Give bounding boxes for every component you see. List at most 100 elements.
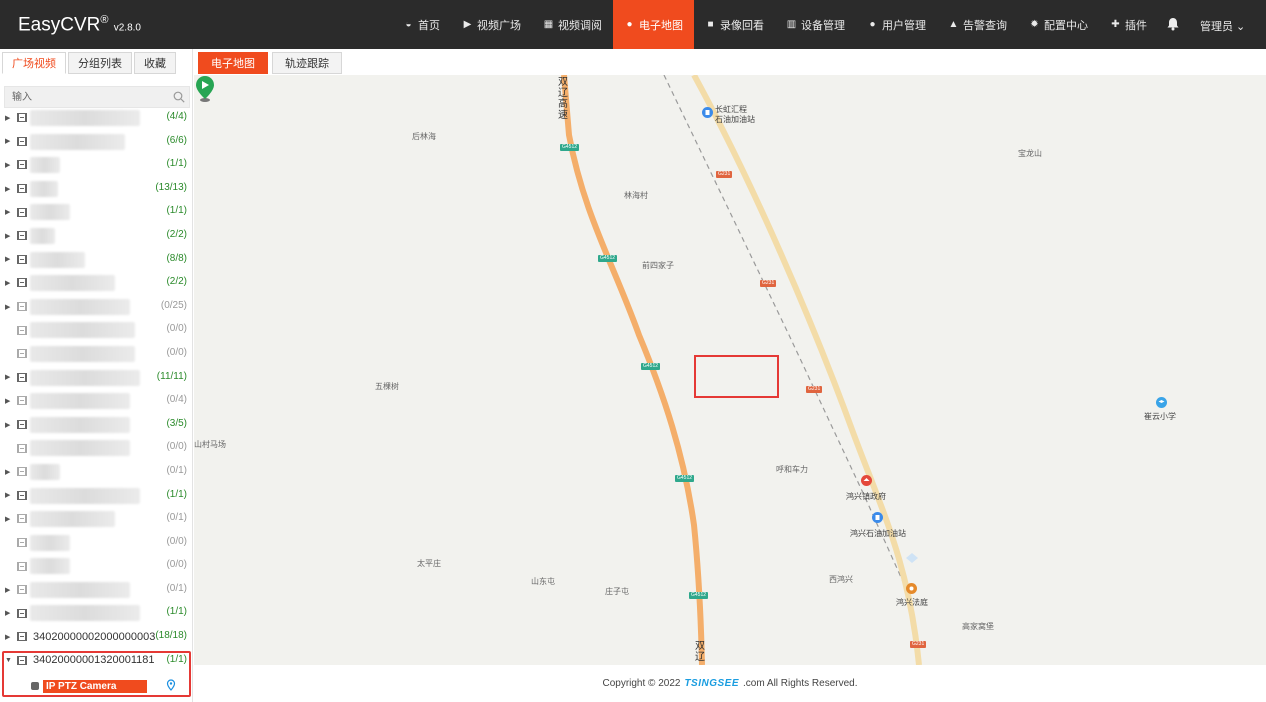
caret-right-icon[interactable]: ▶ (5, 515, 15, 523)
government-icon[interactable] (861, 475, 872, 486)
redacted-device-name (30, 157, 60, 174)
user-menu[interactable]: 管理员 ⌄ (1200, 18, 1245, 34)
caret-right-icon[interactable]: ▶ (5, 161, 15, 169)
channel-count: (1/1) (166, 488, 187, 500)
poi-label: 长虹汇程 石油加油站 (715, 105, 755, 124)
device-tree-row[interactable]: (0/0) (0, 318, 193, 342)
channel-count: (0/0) (166, 441, 187, 453)
device-tree-row[interactable]: ▶ (1/1) (0, 484, 193, 508)
sidebar-tab[interactable]: 广场视频 (2, 52, 66, 74)
device-tree-row[interactable]: ▶ 34020000002000000003 (18/18) (0, 625, 193, 649)
device-tree-row[interactable]: ▶ (2/2) (0, 271, 193, 295)
device-tree-row[interactable]: ▶ (3/5) (0, 413, 193, 437)
caret-right-icon[interactable]: ▶ (5, 303, 15, 311)
device-sidebar: 广场视频分组列表收藏 ▶ (4/4) ▶ (6/6) ▶ (1/1) ▶ (13/13) ▶ (1… (0, 49, 193, 702)
main-tab[interactable]: 轨迹跟踪 (272, 52, 342, 74)
redacted-device-name (30, 204, 70, 221)
locate-on-map-icon[interactable] (165, 679, 177, 691)
sidebar-tab[interactable]: 收藏 (134, 52, 176, 74)
caret-right-icon[interactable]: ▶ (5, 609, 15, 617)
poi-label: 鸿兴法庭 (896, 598, 928, 607)
device-icon (17, 302, 27, 312)
nav-item[interactable]: ▶ 视频广场 (451, 0, 532, 49)
redacted-device-name (30, 275, 115, 292)
road-shield: G231 (806, 386, 823, 393)
device-tree-row[interactable]: ▶ (1/1) (0, 601, 193, 625)
footer-brand-logo: TSINGSEE (684, 678, 740, 689)
device-tree-row[interactable]: ▶ (2/2) (0, 224, 193, 248)
device-icon (17, 349, 27, 359)
device-tree-row[interactable]: ▶ (4/4) (0, 106, 193, 130)
redacted-device-name (30, 180, 58, 197)
search-input[interactable] (5, 87, 165, 107)
search-icon[interactable] (173, 91, 185, 103)
map-place-label: 后林海 (412, 132, 436, 141)
device-tree-row[interactable]: ▶ (13/13) (0, 177, 193, 201)
caret-right-icon[interactable]: ▶ (5, 279, 15, 287)
caret-right-icon[interactable]: ▶ (5, 397, 15, 405)
nav-item[interactable]: ■ 录像回看 (694, 0, 775, 49)
device-tree-row[interactable]: ▶ (0/25) (0, 295, 193, 319)
camera-map-marker-icon[interactable] (194, 75, 216, 103)
gas-station-icon[interactable] (702, 107, 713, 118)
device-tree-row[interactable]: (0/0) (0, 554, 193, 578)
school-icon[interactable] (1156, 397, 1167, 408)
map-place-label: 太平庄 (417, 559, 441, 568)
caret-right-icon[interactable]: ▶ (5, 185, 15, 193)
caret-right-icon[interactable]: ▶ (5, 208, 15, 216)
device-tree-row[interactable]: ▶ (0/4) (0, 389, 193, 413)
court-icon[interactable] (906, 583, 917, 594)
nav-item-label: 录像回看 (720, 19, 764, 32)
device-tree-row[interactable]: ▶ (1/1) (0, 153, 193, 177)
road-shield: G4512 (641, 363, 661, 370)
nav-item-label: 视频广场 (477, 19, 521, 32)
sidebar-tab[interactable]: 分组列表 (68, 52, 132, 74)
device-tree-row[interactable]: (0/0) (0, 342, 193, 366)
redacted-device-name (30, 605, 140, 622)
device-tree-row[interactable]: (0/0) (0, 531, 193, 555)
device-tree-row[interactable]: (0/0) (0, 436, 193, 460)
nav-item[interactable]: ▦ 视频调阅 (532, 0, 613, 49)
caret-right-icon[interactable]: ▶ (5, 373, 15, 381)
nav-item[interactable]: ▥ 设备管理 (775, 0, 856, 49)
device-tree-row[interactable]: ▶ (1/1) (0, 200, 193, 224)
footer-copyright: Copyright © 2022 (602, 678, 681, 689)
bell-icon[interactable] (1166, 17, 1180, 31)
nav-item-label: 电子地图 (639, 19, 683, 32)
device-icon (17, 396, 27, 406)
caret-right-icon[interactable]: ▶ (5, 114, 15, 122)
device-tree-row[interactable]: ▶ (11/11) (0, 366, 193, 390)
play-circle-icon: ▶ (463, 19, 472, 30)
caret-right-icon[interactable]: ▶ (5, 586, 15, 594)
caret-right-icon[interactable]: ▶ (5, 255, 15, 263)
gas-station-icon[interactable] (872, 512, 883, 523)
app-logo[interactable]: EasyCVR® v2.8.0 (18, 14, 141, 36)
device-tree-row[interactable]: ▶ (0/1) (0, 578, 193, 602)
caret-right-icon[interactable]: ▶ (5, 232, 15, 240)
main-tab[interactable]: 电子地图 (198, 52, 268, 74)
nav-item-label: 告警查询 (963, 19, 1007, 32)
channel-count: (1/1) (166, 158, 187, 170)
device-icon (17, 207, 27, 217)
caret-right-icon[interactable]: ▶ (5, 421, 15, 429)
nav-item[interactable]: ✚ 插件 (1099, 0, 1158, 49)
camera-label[interactable]: IP PTZ Camera (43, 679, 147, 693)
device-tree-row[interactable]: ▶ (8/8) (0, 248, 193, 272)
nav-item[interactable]: ◒ 首页 (392, 0, 451, 49)
caret-right-icon[interactable]: ▶ (5, 468, 15, 476)
nav-item[interactable]: ● 电子地图 (613, 0, 694, 49)
device-tree-row[interactable]: ▶ (0/1) (0, 507, 193, 531)
caret-right-icon[interactable]: ▶ (5, 491, 15, 499)
device-tree-row[interactable]: ▶ (0/1) (0, 460, 193, 484)
nav-item[interactable]: ● 用户管理 (856, 0, 937, 49)
map-view[interactable]: 双辽高速 双辽 G4512 G4512 G4512 G4512 G4512 G2… (194, 75, 1266, 665)
channel-count: (6/6) (166, 134, 187, 146)
camera-channel-item[interactable]: IP PTZ Camera (31, 679, 191, 693)
nav-item[interactable]: ✹ 配置中心 (1018, 0, 1099, 49)
caret-right-icon[interactable]: ▶ (5, 633, 15, 641)
caret-right-icon[interactable]: ▶ (5, 137, 15, 145)
nav-item[interactable]: ▲ 告警查询 (937, 0, 1018, 49)
road-shield: G231 (716, 171, 733, 178)
top-nav-bar: EasyCVR® v2.8.0 ◒ 首页 ▶ 视频广场 ▦ 视频调阅 ● 电子地图 ■ 录像回看 ▥… (0, 0, 1266, 49)
device-tree-row[interactable]: ▶ (6/6) (0, 130, 193, 154)
